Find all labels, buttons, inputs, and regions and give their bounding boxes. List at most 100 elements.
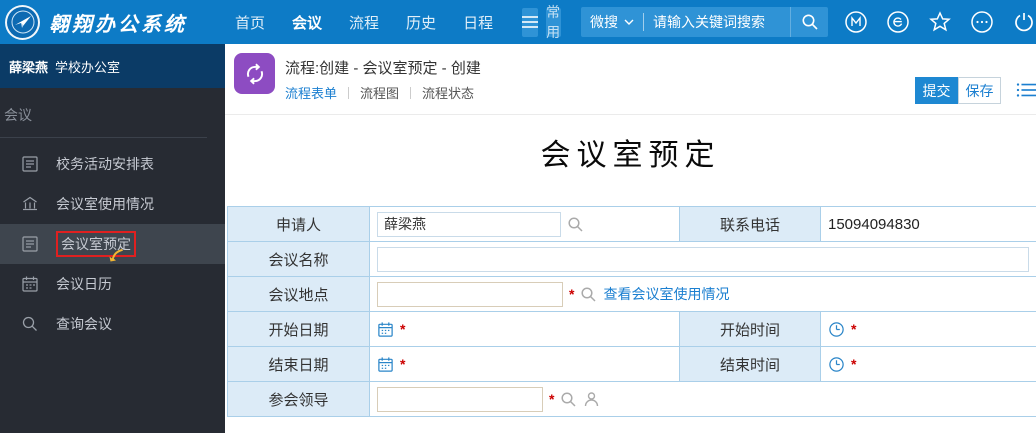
nav-schedule[interactable]: 日程	[463, 12, 493, 33]
sidebar-item-meeting-calendar[interactable]: 会议日历	[0, 264, 225, 304]
required-marker: *	[569, 286, 574, 302]
end-time-label: 结束时间	[680, 347, 821, 382]
search-bar: 微搜	[581, 7, 828, 37]
table-row-end-date: 结束日期 * 结束时间	[228, 347, 1036, 382]
search-scope-dropdown[interactable]: 微搜	[581, 12, 643, 32]
sidebar-item-room-usage[interactable]: 会议室使用情况	[0, 184, 225, 224]
sidebar-item-label: 会议室使用情况	[56, 194, 154, 214]
meeting-name-input[interactable]	[377, 247, 1029, 272]
table-row-leaders: 参会领导 *	[228, 382, 1036, 417]
header-divider	[225, 114, 1036, 115]
top-icon-group	[844, 10, 1036, 34]
workflow-title: 流程:创建 - 会议室预定 - 创建	[285, 57, 481, 78]
top-bar: 翱翔办公系统 首页 会议 流程 历史 日程 常用 微搜	[0, 0, 1036, 44]
phone-value: 15094094830	[828, 216, 920, 233]
person-icon[interactable]	[583, 391, 600, 408]
start-date-label: 开始日期	[228, 312, 370, 347]
form-list-icon	[21, 235, 39, 253]
sidebar-item-activity-schedule[interactable]: 校务活动安排表	[0, 144, 225, 184]
table-row-location: 会议地点 * 查看会议室使用情况	[228, 277, 1036, 312]
more-circle-icon[interactable]	[970, 10, 994, 34]
table-row-start-date: 开始日期 * 开始时间	[228, 312, 1036, 347]
building-icon	[21, 195, 39, 213]
search-icon	[21, 315, 39, 333]
leaders-input[interactable]	[377, 387, 543, 412]
main-content: 流程:创建 - 会议室预定 - 创建 流程表单 流程图 流程状态 提交 保存 会…	[225, 44, 1036, 433]
tab-separator	[410, 87, 411, 99]
sidebar-item-room-reservation[interactable]: 会议室预定	[0, 224, 225, 264]
required-marker: *	[400, 356, 405, 372]
calendar-icon[interactable]	[377, 321, 394, 338]
hamburger-menu-button[interactable]	[522, 8, 538, 37]
reservation-form-table: 申请人 联系电话 15094094830 会议名称	[227, 206, 1036, 417]
power-icon[interactable]	[1012, 10, 1036, 34]
submit-button[interactable]: 提交	[915, 77, 958, 104]
nav-meeting[interactable]: 会议	[292, 12, 322, 33]
sidebar-item-search-meeting[interactable]: 查询会议	[0, 304, 225, 344]
sidebar-item-label: 校务活动安排表	[56, 154, 154, 174]
table-row-applicant: 申请人 联系电话 15094094830	[228, 207, 1036, 242]
start-time-label: 开始时间	[680, 312, 821, 347]
form-title: 会议室预定	[225, 130, 1036, 174]
view-room-usage-link[interactable]: 查看会议室使用情况	[603, 284, 729, 304]
workflow-tabs: 流程表单 流程图 流程状态	[285, 83, 474, 102]
applicant-input[interactable]	[377, 212, 561, 237]
user-name: 薛梁燕	[9, 57, 48, 76]
user-strip: 薛梁燕 学校办公室	[0, 44, 225, 88]
search-input[interactable]	[644, 8, 790, 36]
sidebar-section-title: 会议	[0, 88, 225, 137]
flow-arrows-glyph	[242, 61, 268, 87]
sidebar-divider	[0, 137, 207, 138]
clock-icon[interactable]	[828, 356, 845, 373]
phone-label: 联系电话	[680, 207, 821, 242]
calendar-icon	[21, 275, 39, 293]
required-marker: *	[851, 356, 856, 372]
search-icon[interactable]	[567, 216, 584, 233]
search-icon[interactable]	[560, 391, 577, 408]
brand: 翱翔办公系统	[0, 5, 225, 40]
form-list-icon	[21, 155, 39, 173]
required-marker: *	[851, 321, 856, 337]
app-logo	[5, 5, 40, 40]
sidebar-item-label: 会议日历	[56, 274, 112, 294]
required-marker: *	[400, 321, 405, 337]
annotation-pointer-icon	[108, 246, 124, 262]
table-row-meeting-name: 会议名称	[228, 242, 1036, 277]
star-icon[interactable]	[928, 10, 952, 34]
often-used-button[interactable]: 常用	[546, 8, 561, 37]
search-icon[interactable]	[580, 286, 597, 303]
flow-cycle-icon	[234, 53, 275, 94]
nav-flow[interactable]: 流程	[349, 12, 379, 33]
annotation-highlight: 会议室预定	[56, 231, 136, 257]
clock-icon[interactable]	[828, 321, 845, 338]
list-menu-icon[interactable]	[1016, 81, 1036, 99]
top-nav: 首页 会议 流程 历史 日程	[235, 12, 520, 33]
tab-flow-diagram[interactable]: 流程图	[360, 83, 399, 102]
search-button[interactable]	[790, 7, 828, 37]
required-marker: *	[549, 391, 554, 407]
calendar-icon[interactable]	[377, 356, 394, 373]
hamburger-icon	[522, 16, 538, 28]
paper-plane-icon	[10, 9, 36, 35]
leaders-label: 参会领导	[228, 382, 370, 417]
user-department: 学校办公室	[55, 57, 120, 76]
m-circle-icon[interactable]	[844, 10, 868, 34]
tab-flow-status[interactable]: 流程状态	[422, 83, 474, 102]
tab-separator	[348, 87, 349, 99]
sidebar-item-label: 查询会议	[56, 314, 112, 334]
end-date-label: 结束日期	[228, 347, 370, 382]
applicant-label: 申请人	[228, 207, 370, 242]
meeting-name-label: 会议名称	[228, 242, 370, 277]
app-title: 翱翔办公系统	[49, 8, 187, 37]
save-button[interactable]: 保存	[958, 77, 1001, 104]
nav-home[interactable]: 首页	[235, 12, 265, 33]
tab-flow-form[interactable]: 流程表单	[285, 83, 337, 102]
search-scope-label: 微搜	[590, 12, 618, 32]
chevron-down-icon	[624, 19, 634, 25]
e-message-icon[interactable]	[886, 10, 910, 34]
sidebar: 薛梁燕 学校办公室 会议 校务活动安排表 会议室使用情况	[0, 44, 225, 433]
search-icon	[801, 13, 819, 31]
page: 翱翔办公系统 首页 会议 流程 历史 日程 常用 微搜	[0, 0, 1036, 433]
location-input[interactable]	[377, 282, 563, 307]
nav-history[interactable]: 历史	[406, 12, 436, 33]
